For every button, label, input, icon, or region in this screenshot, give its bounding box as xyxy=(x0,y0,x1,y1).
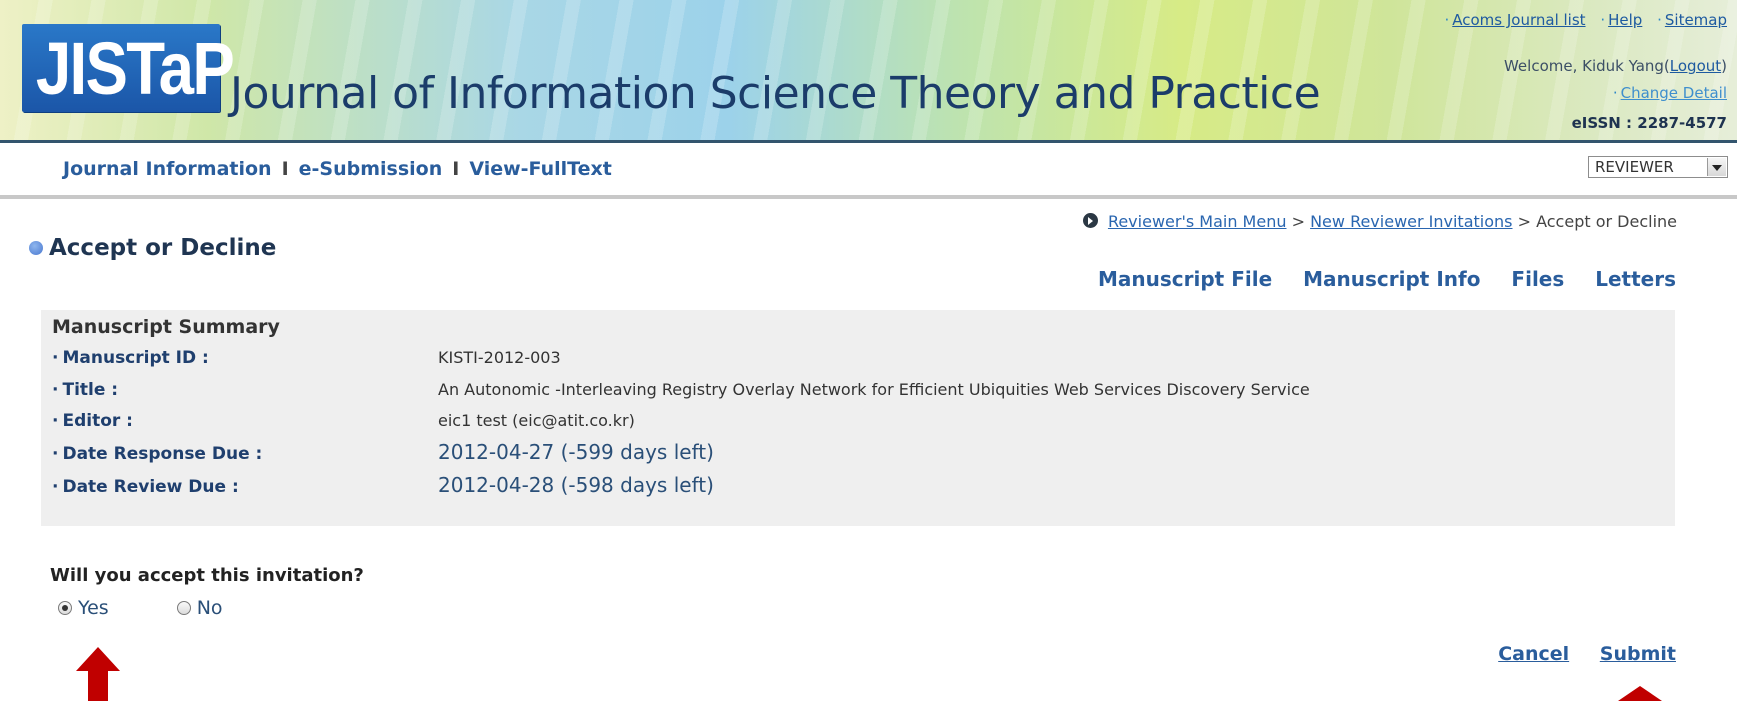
radio-no-label: No xyxy=(196,597,223,619)
top-links: · Acoms Journal list · Help · Sitemap xyxy=(1434,11,1727,29)
response-due-value: 2012-04-27 (-599 days left) xyxy=(438,440,714,464)
journal-title: Journal of Information Science Theory an… xyxy=(230,68,1321,119)
welcome-message: Welcome, Kiduk Yang(Logout) xyxy=(1504,57,1727,75)
summary-label: · Editor : xyxy=(52,411,133,431)
manuscript-tabs: Manuscript File Manuscript Info Files Le… xyxy=(1074,267,1676,291)
tab-files[interactable]: Files xyxy=(1511,267,1564,291)
bullet-icon: · xyxy=(1612,84,1618,102)
welcome-text: Welcome, Kiduk Yang( xyxy=(1503,57,1670,75)
accept-radio-group: Yes No xyxy=(58,597,285,619)
radio-yes-label: Yes xyxy=(78,597,109,619)
journal-logo[interactable]: JISTaP xyxy=(22,24,235,112)
nav-journal-information[interactable]: Journal Information xyxy=(63,158,272,180)
annotation-arrow-icon xyxy=(76,647,120,701)
help-link[interactable]: Help xyxy=(1608,11,1642,29)
summary-row: · Date Response Due : 2012-04-27 (-599 da… xyxy=(52,438,1672,470)
review-due-value: 2012-04-28 (-598 days left) xyxy=(438,473,714,497)
logout-link[interactable]: Logout xyxy=(1670,57,1721,75)
editor-value: eic1 test (eic@atit.co.kr) xyxy=(438,411,635,430)
welcome-suffix: ) xyxy=(1721,57,1727,75)
chevron-down-icon xyxy=(1712,165,1722,171)
radio-unselected-icon[interactable] xyxy=(176,601,191,615)
summary-label: · Title : xyxy=(52,380,119,400)
summary-title: Manuscript Summary xyxy=(52,316,280,338)
breadcrumb-separator: > xyxy=(1291,212,1305,231)
acoms-journal-list-link[interactable]: Acoms Journal list xyxy=(1452,11,1585,29)
bullet-icon xyxy=(29,241,43,255)
radio-selected-icon[interactable] xyxy=(58,601,72,615)
nav-separator: I xyxy=(452,158,460,180)
header-banner: JISTaP Journal of Information Science Th… xyxy=(0,0,1737,143)
bullet-icon: · xyxy=(1444,11,1450,29)
breadcrumb: Reviewer's Main Menu > New Reviewer Invi… xyxy=(1082,212,1677,231)
submit-button[interactable]: Submit xyxy=(1600,643,1676,665)
tab-manuscript-info[interactable]: Manuscript Info xyxy=(1303,267,1480,291)
summary-label: · Date Response Due : xyxy=(52,444,263,464)
tab-manuscript-file[interactable]: Manuscript File xyxy=(1098,267,1272,291)
nav-bar: Journal Information Ie-Submission I View-Fu… xyxy=(0,143,1737,199)
role-select[interactable]: REVIEWER xyxy=(1588,156,1728,178)
sitemap-link[interactable]: Sitemap xyxy=(1665,11,1727,29)
nav-e-submission[interactable]: e-Submission xyxy=(299,158,443,180)
annotation-arrow-icon xyxy=(1618,686,1662,701)
radio-no[interactable]: No xyxy=(176,597,223,619)
summary-row: · Editor : eic1 test (eic@atit.co.kr) xyxy=(52,405,1672,437)
page-title-text: Accept or Decline xyxy=(49,235,277,261)
summary-row: · Date Review Due : 2012-04-28 (-598 days… xyxy=(52,471,1672,503)
nav-separator: I xyxy=(281,158,289,180)
breadcrumb-reviewers-main-menu[interactable]: Reviewer's Main Menu xyxy=(1108,212,1287,231)
radio-yes[interactable]: Yes xyxy=(58,597,109,619)
form-actions: Cancel Submit xyxy=(1474,643,1676,665)
nav-view-fulltext[interactable]: View-FullText xyxy=(469,158,611,180)
eissn-label: eISSN : 2287-4577 xyxy=(1571,114,1727,132)
breadcrumb-current: Accept or Decline xyxy=(1536,212,1677,231)
logo-text: JISTaP xyxy=(35,27,235,110)
bullet-icon: · xyxy=(1600,11,1606,29)
summary-row: · Title : An Autonomic -Interleaving Regi… xyxy=(52,374,1672,406)
dropdown-button[interactable] xyxy=(1707,158,1726,176)
tab-letters[interactable]: Letters xyxy=(1595,267,1676,291)
bullet-icon: · xyxy=(1657,11,1662,29)
main-nav: Journal Information Ie-Submission I View-Fu… xyxy=(63,158,612,180)
cancel-button[interactable]: Cancel xyxy=(1498,643,1569,665)
manuscript-id-value: KISTI-2012-003 xyxy=(438,348,561,367)
summary-label: · Date Review Due : xyxy=(52,477,239,497)
breadcrumb-new-reviewer-invitations[interactable]: New Reviewer Invitations xyxy=(1310,212,1512,231)
manuscript-summary-panel: Manuscript Summary · Manuscript ID : KIST… xyxy=(41,310,1675,526)
summary-label: · Manuscript ID : xyxy=(52,348,209,368)
invitation-question: Will you accept this invitation? xyxy=(50,565,364,586)
arrow-circle-icon xyxy=(1082,213,1098,228)
title-value: An Autonomic -Interleaving Registry Over… xyxy=(438,380,1310,399)
change-detail-link[interactable]: Change Detail xyxy=(1621,84,1727,102)
summary-row: · Manuscript ID : KISTI-2012-003 xyxy=(52,342,1672,374)
role-select-value: REVIEWER xyxy=(1595,158,1674,176)
change-detail: · Change Detail xyxy=(1613,84,1727,102)
breadcrumb-separator: > xyxy=(1517,212,1531,231)
page-title: Accept or Decline xyxy=(29,235,276,261)
